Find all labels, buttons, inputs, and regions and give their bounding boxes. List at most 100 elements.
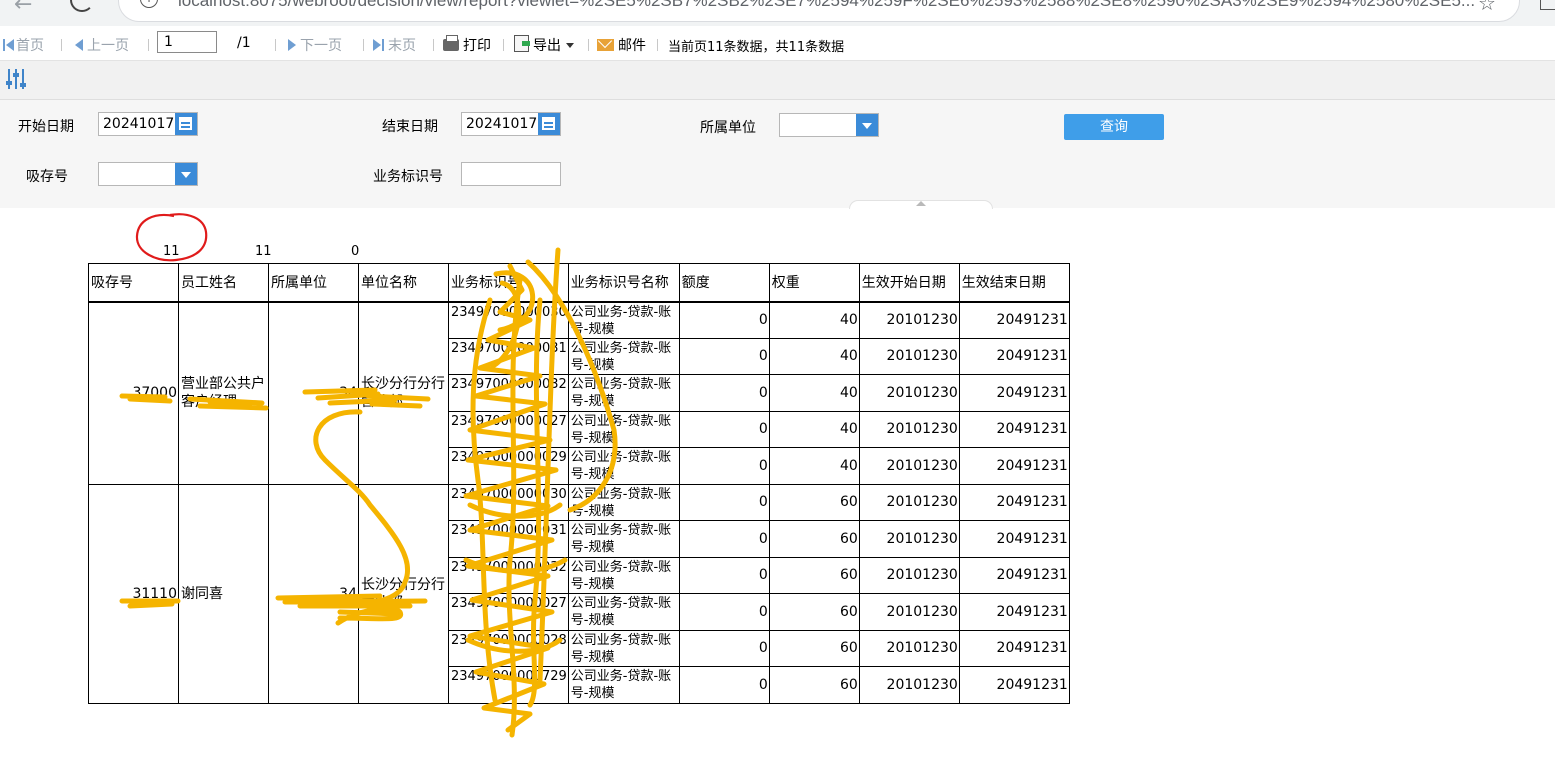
dropdown-arrow-icon[interactable] <box>175 163 197 185</box>
toolbar-divider <box>148 39 149 51</box>
header-cell: 员工姓名 <box>178 263 269 303</box>
employee-name-cell: 谢同喜 <box>178 483 269 704</box>
printer-icon <box>443 35 459 51</box>
next-page-button[interactable]: 下一页 <box>288 35 342 55</box>
export-label: 导出 <box>533 38 561 54</box>
amount-cell: 0 <box>678 593 770 631</box>
unit-select[interactable] <box>779 113 879 137</box>
start-date-cell: 20101230 <box>858 593 960 631</box>
print-button[interactable]: 打印 <box>443 35 491 55</box>
header-cell: 单位名称 <box>358 263 449 303</box>
end-date-cell: 20491231 <box>958 666 1070 704</box>
parameter-settings-icon[interactable] <box>6 69 26 91</box>
start-date-cell: 20101230 <box>858 447 960 485</box>
amount-cell: 0 <box>678 556 770 594</box>
amount-cell: 0 <box>678 520 770 558</box>
business-id-cell: 23497000000027 <box>448 410 569 448</box>
unit-label: 所属单位 <box>700 120 756 136</box>
bookmark-star-icon[interactable]: ☆ <box>1478 0 1496 15</box>
amount-cell: 0 <box>678 374 770 412</box>
prev-page-label: 上一页 <box>87 38 129 54</box>
start-date-cell: 20101230 <box>858 556 960 594</box>
weight-cell: 60 <box>768 520 860 558</box>
query-button[interactable]: 查询 <box>1064 114 1164 140</box>
mail-label: 邮件 <box>618 38 646 54</box>
start-date-cell: 20101230 <box>858 337 960 375</box>
dropdown-arrow-icon[interactable] <box>856 114 878 136</box>
business-name-cell: 公司业务-贷款-账号-规模 <box>567 301 680 339</box>
store-number-label: 吸存号 <box>26 169 68 185</box>
table-row: 31110 谢同喜 34 长沙分行分行营业部 23497000000030 公司业务-贷款… <box>88 483 1070 704</box>
back-arrow-icon[interactable]: ← <box>14 0 32 17</box>
toolbar-divider <box>657 39 658 51</box>
first-page-button[interactable]: 首页 <box>3 35 44 55</box>
amount-cell: 0 <box>678 447 770 485</box>
business-id-cell: 23497000000031 <box>448 520 569 558</box>
count-value-3: 0 <box>351 244 360 259</box>
mail-icon <box>597 39 614 51</box>
start-date-value: 20241017 <box>103 116 175 132</box>
amount-cell: 0 <box>678 410 770 448</box>
end-date-cell: 20491231 <box>958 520 1070 558</box>
start-date-cell: 20101230 <box>858 520 960 558</box>
count-value-2: 11 <box>255 244 272 259</box>
prev-page-icon <box>75 39 83 51</box>
toolbar-divider <box>588 39 589 51</box>
mail-button[interactable]: 邮件 <box>597 35 646 55</box>
start-date-field[interactable]: 20241017 <box>98 112 198 136</box>
header-cell: 额度 <box>678 263 770 303</box>
header-cell: 生效开始日期 <box>858 263 960 303</box>
page-total: /1 <box>237 35 251 51</box>
amount-cell: 0 <box>678 337 770 375</box>
export-button[interactable]: 导出 <box>514 35 574 55</box>
amount-cell: 0 <box>678 629 770 667</box>
business-id-cell: 23497000000032 <box>448 556 569 594</box>
print-label: 打印 <box>463 38 491 54</box>
reload-icon[interactable] <box>70 0 94 12</box>
end-date-field[interactable]: 20241017 <box>461 112 561 136</box>
report-toolbar: 首页 上一页 /1 下一页 末页 打印 导出 邮件 当前页11条数据，共11条数… <box>0 26 1555 61</box>
extension-icon[interactable] <box>1540 0 1555 10</box>
start-date-label: 开始日期 <box>18 119 74 135</box>
unit-name-cell: 长沙分行分行营业部 <box>358 301 449 485</box>
start-date-cell: 20101230 <box>858 374 960 412</box>
business-id-cell: 23497000000027 <box>448 593 569 631</box>
amount-cell: 0 <box>678 483 770 521</box>
business-name-cell: 公司业务-贷款-账号-规模 <box>567 593 680 631</box>
business-id-cell: 23497000000030 <box>448 483 569 521</box>
store-number-select[interactable] <box>98 162 198 186</box>
end-date-cell: 20491231 <box>958 301 1070 339</box>
collapse-panel-toggle[interactable] <box>849 200 993 209</box>
weight-cell: 60 <box>768 629 860 667</box>
start-date-cell: 20101230 <box>858 483 960 521</box>
business-name-cell: 公司业务-贷款-账号-规模 <box>567 410 680 448</box>
weight-cell: 40 <box>768 447 860 485</box>
business-id-input[interactable] <box>461 162 561 186</box>
first-page-icon <box>3 39 5 51</box>
start-date-cell: 20101230 <box>858 666 960 704</box>
header-cell: 吸存号 <box>88 263 179 303</box>
business-name-cell: 公司业务-贷款-账号-规模 <box>567 629 680 667</box>
business-id-cell: 23497000000031 <box>448 337 569 375</box>
end-date-cell: 20491231 <box>958 593 1070 631</box>
start-date-cell: 20101230 <box>858 301 960 339</box>
prev-page-button[interactable]: 上一页 <box>75 35 129 55</box>
end-date-cell: 20491231 <box>958 629 1070 667</box>
calendar-icon[interactable] <box>175 113 197 135</box>
parameter-panel-header <box>0 61 1555 100</box>
end-date-cell: 20491231 <box>958 374 1070 412</box>
calendar-icon[interactable] <box>538 113 560 135</box>
last-page-button[interactable]: 末页 <box>373 35 416 55</box>
header-cell: 所属单位 <box>268 263 359 303</box>
business-id-cell: 23497000000032 <box>448 374 569 412</box>
page-number-input[interactable] <box>157 31 217 53</box>
header-cell: 业务标识号名称 <box>567 263 680 303</box>
start-date-cell: 20101230 <box>858 629 960 667</box>
end-date-value: 20241017 <box>466 116 538 132</box>
end-date-cell: 20491231 <box>958 410 1070 448</box>
business-id-cell: 23497000000729 <box>448 666 569 704</box>
last-page-label: 末页 <box>388 38 416 54</box>
address-bar-url[interactable]: localhost:8075/webroot/decision/view/rep… <box>178 0 1475 11</box>
business-name-cell: 公司业务-贷款-账号-规模 <box>567 483 680 521</box>
report-table: 吸存号 员工姓名 所属单位 单位名称 业务标识号 业务标识号名称 额度 权重 生… <box>88 263 1070 704</box>
